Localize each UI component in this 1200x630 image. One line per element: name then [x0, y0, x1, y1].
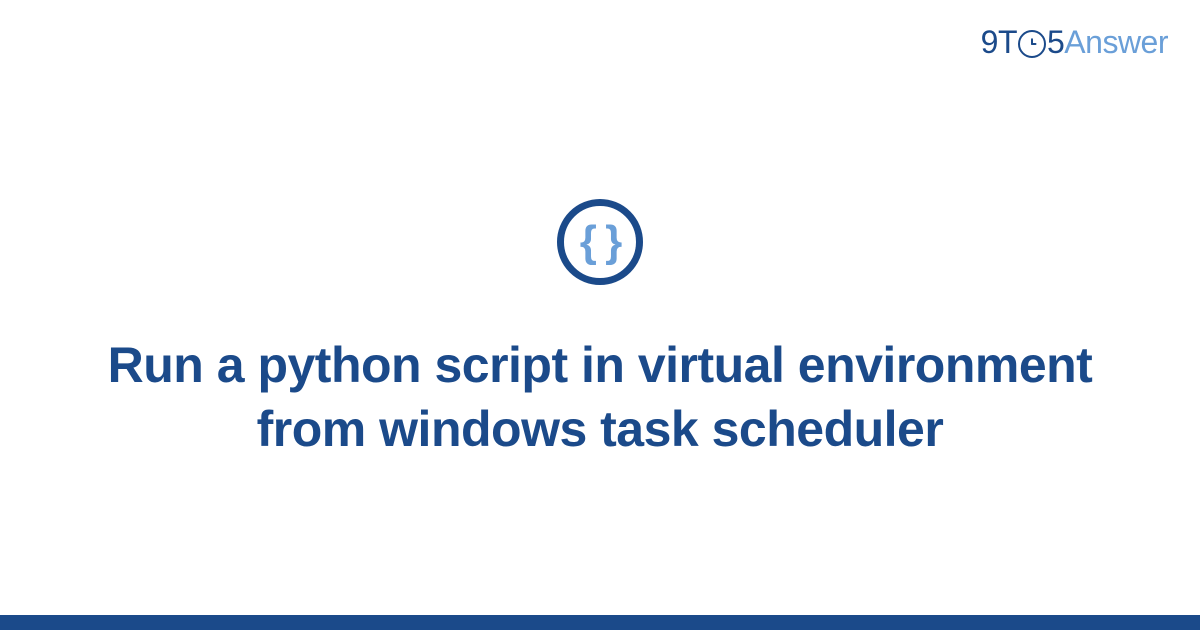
- page-title: Run a python script in virtual environme…: [90, 333, 1110, 461]
- braces-glyph: { }: [580, 217, 620, 267]
- bottom-accent-bar: [0, 615, 1200, 630]
- main-content: { } Run a python script in virtual envir…: [0, 0, 1200, 630]
- code-braces-icon: { }: [557, 199, 643, 285]
